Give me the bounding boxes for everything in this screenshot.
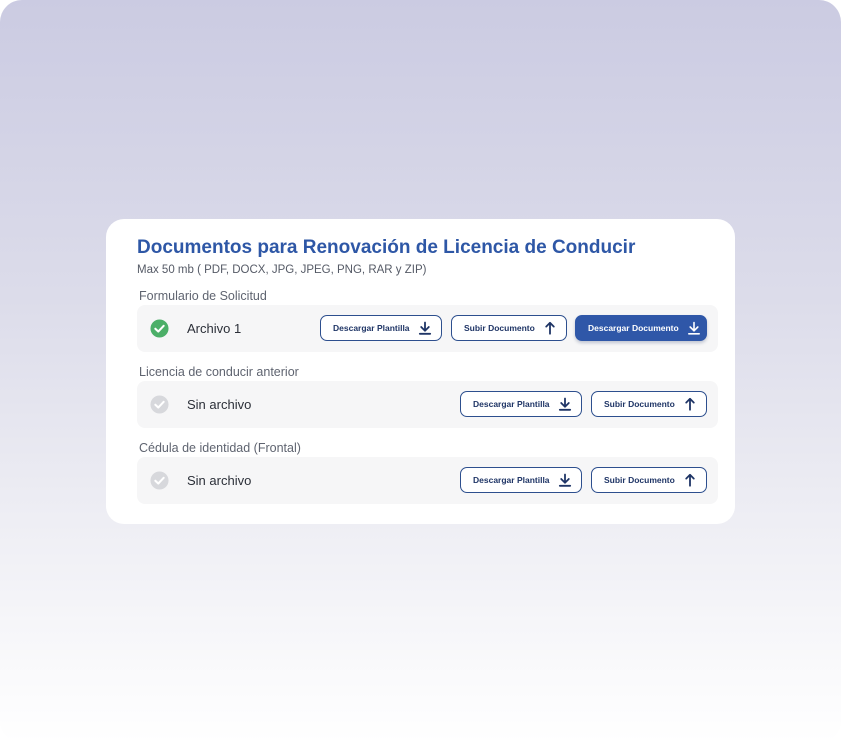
card-title: Documentos para Renovación de Licencia d… [137,237,636,258]
check-circle-icon [150,471,169,490]
upload-icon [545,321,555,335]
upload-icon [685,473,695,487]
file-name: Sin archivo [187,397,252,412]
download-icon [687,321,700,335]
upload-document-button[interactable]: Subir Documento [451,315,567,341]
section-label-formulario: Formulario de Solicitud [139,289,267,303]
page-background: Documentos para Renovación de Licencia d… [0,0,841,743]
document-row-licencia: Sin archivo Descargar Plantilla Subir Do… [137,381,718,428]
check-circle-icon [150,319,169,338]
upload-document-button[interactable]: Subir Documento [591,391,707,417]
download-document-label: Descargar Documento [588,323,679,333]
download-template-label: Descargar Plantilla [473,399,550,409]
download-template-button[interactable]: Descargar Plantilla [460,391,582,417]
download-icon [418,321,431,335]
download-icon [558,397,571,411]
download-template-label: Descargar Plantilla [333,323,410,333]
check-circle-icon [150,395,169,414]
upload-document-label: Subir Documento [604,475,675,485]
upload-document-label: Subir Documento [604,399,675,409]
download-template-button[interactable]: Descargar Plantilla [460,467,582,493]
file-name: Archivo 1 [187,321,242,336]
download-template-label: Descargar Plantilla [473,475,550,485]
upload-icon [685,397,695,411]
download-document-button[interactable]: Descargar Documento [575,315,707,341]
document-row-formulario: Archivo 1 Descargar Plantilla Subir Docu… [137,305,718,352]
download-icon [558,473,571,487]
file-name: Sin archivo [187,473,252,488]
file-limits-note: Max 50 mb ( PDF, DOCX, JPG, JPEG, PNG, R… [137,264,427,276]
upload-document-label: Subir Documento [464,323,535,333]
section-label-licencia: Licencia de conducir anterior [139,365,299,379]
download-template-button[interactable]: Descargar Plantilla [320,315,442,341]
section-label-cedula: Cédula de identidad (Frontal) [139,441,301,455]
documents-card: Documentos para Renovación de Licencia d… [106,219,735,524]
document-row-cedula: Sin archivo Descargar Plantilla Subir Do… [137,457,718,504]
upload-document-button[interactable]: Subir Documento [591,467,707,493]
